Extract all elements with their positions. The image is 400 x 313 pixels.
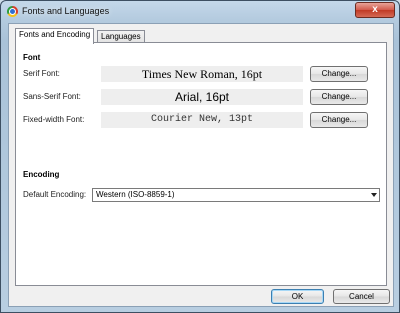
default-encoding-value: Western (ISO-8859-1): [96, 190, 175, 199]
fixed-width-font-preview: Courier New, 13pt: [101, 112, 303, 128]
chevron-down-icon: [371, 193, 377, 197]
sans-serif-font-label: Sans-Serif Font:: [23, 92, 81, 101]
dialog-client-area: Fonts and Encoding Languages Font Serif …: [8, 23, 394, 307]
fixed-width-font-label: Fixed-width Font:: [23, 115, 85, 124]
default-encoding-label: Default Encoding:: [23, 190, 87, 199]
serif-font-preview: Times New Roman, 16pt: [101, 66, 303, 82]
fixed-width-font-change-button[interactable]: Change...: [310, 112, 368, 128]
cancel-button[interactable]: Cancel: [333, 289, 390, 304]
default-encoding-select[interactable]: Western (ISO-8859-1): [92, 188, 380, 202]
dialog-window: Fonts and Languages x Fonts and Encoding…: [0, 0, 400, 313]
ok-button[interactable]: OK: [271, 289, 324, 304]
font-section-heading: Font: [23, 53, 41, 62]
close-button[interactable]: x: [355, 2, 395, 18]
tab-fonts-and-encoding[interactable]: Fonts and Encoding: [15, 28, 95, 44]
tab-panel: Font Serif Font: Times New Roman, 16pt C…: [15, 42, 387, 286]
encoding-section-heading: Encoding: [23, 170, 60, 179]
sans-serif-font-change-button[interactable]: Change...: [310, 89, 368, 105]
chrome-logo-icon: [7, 6, 18, 17]
window-title: Fonts and Languages: [22, 6, 110, 16]
sans-serif-font-preview: Arial, 16pt: [101, 89, 303, 105]
serif-font-change-button[interactable]: Change...: [310, 66, 368, 82]
title-bar[interactable]: Fonts and Languages x: [1, 1, 399, 22]
serif-font-label: Serif Font:: [23, 69, 60, 78]
